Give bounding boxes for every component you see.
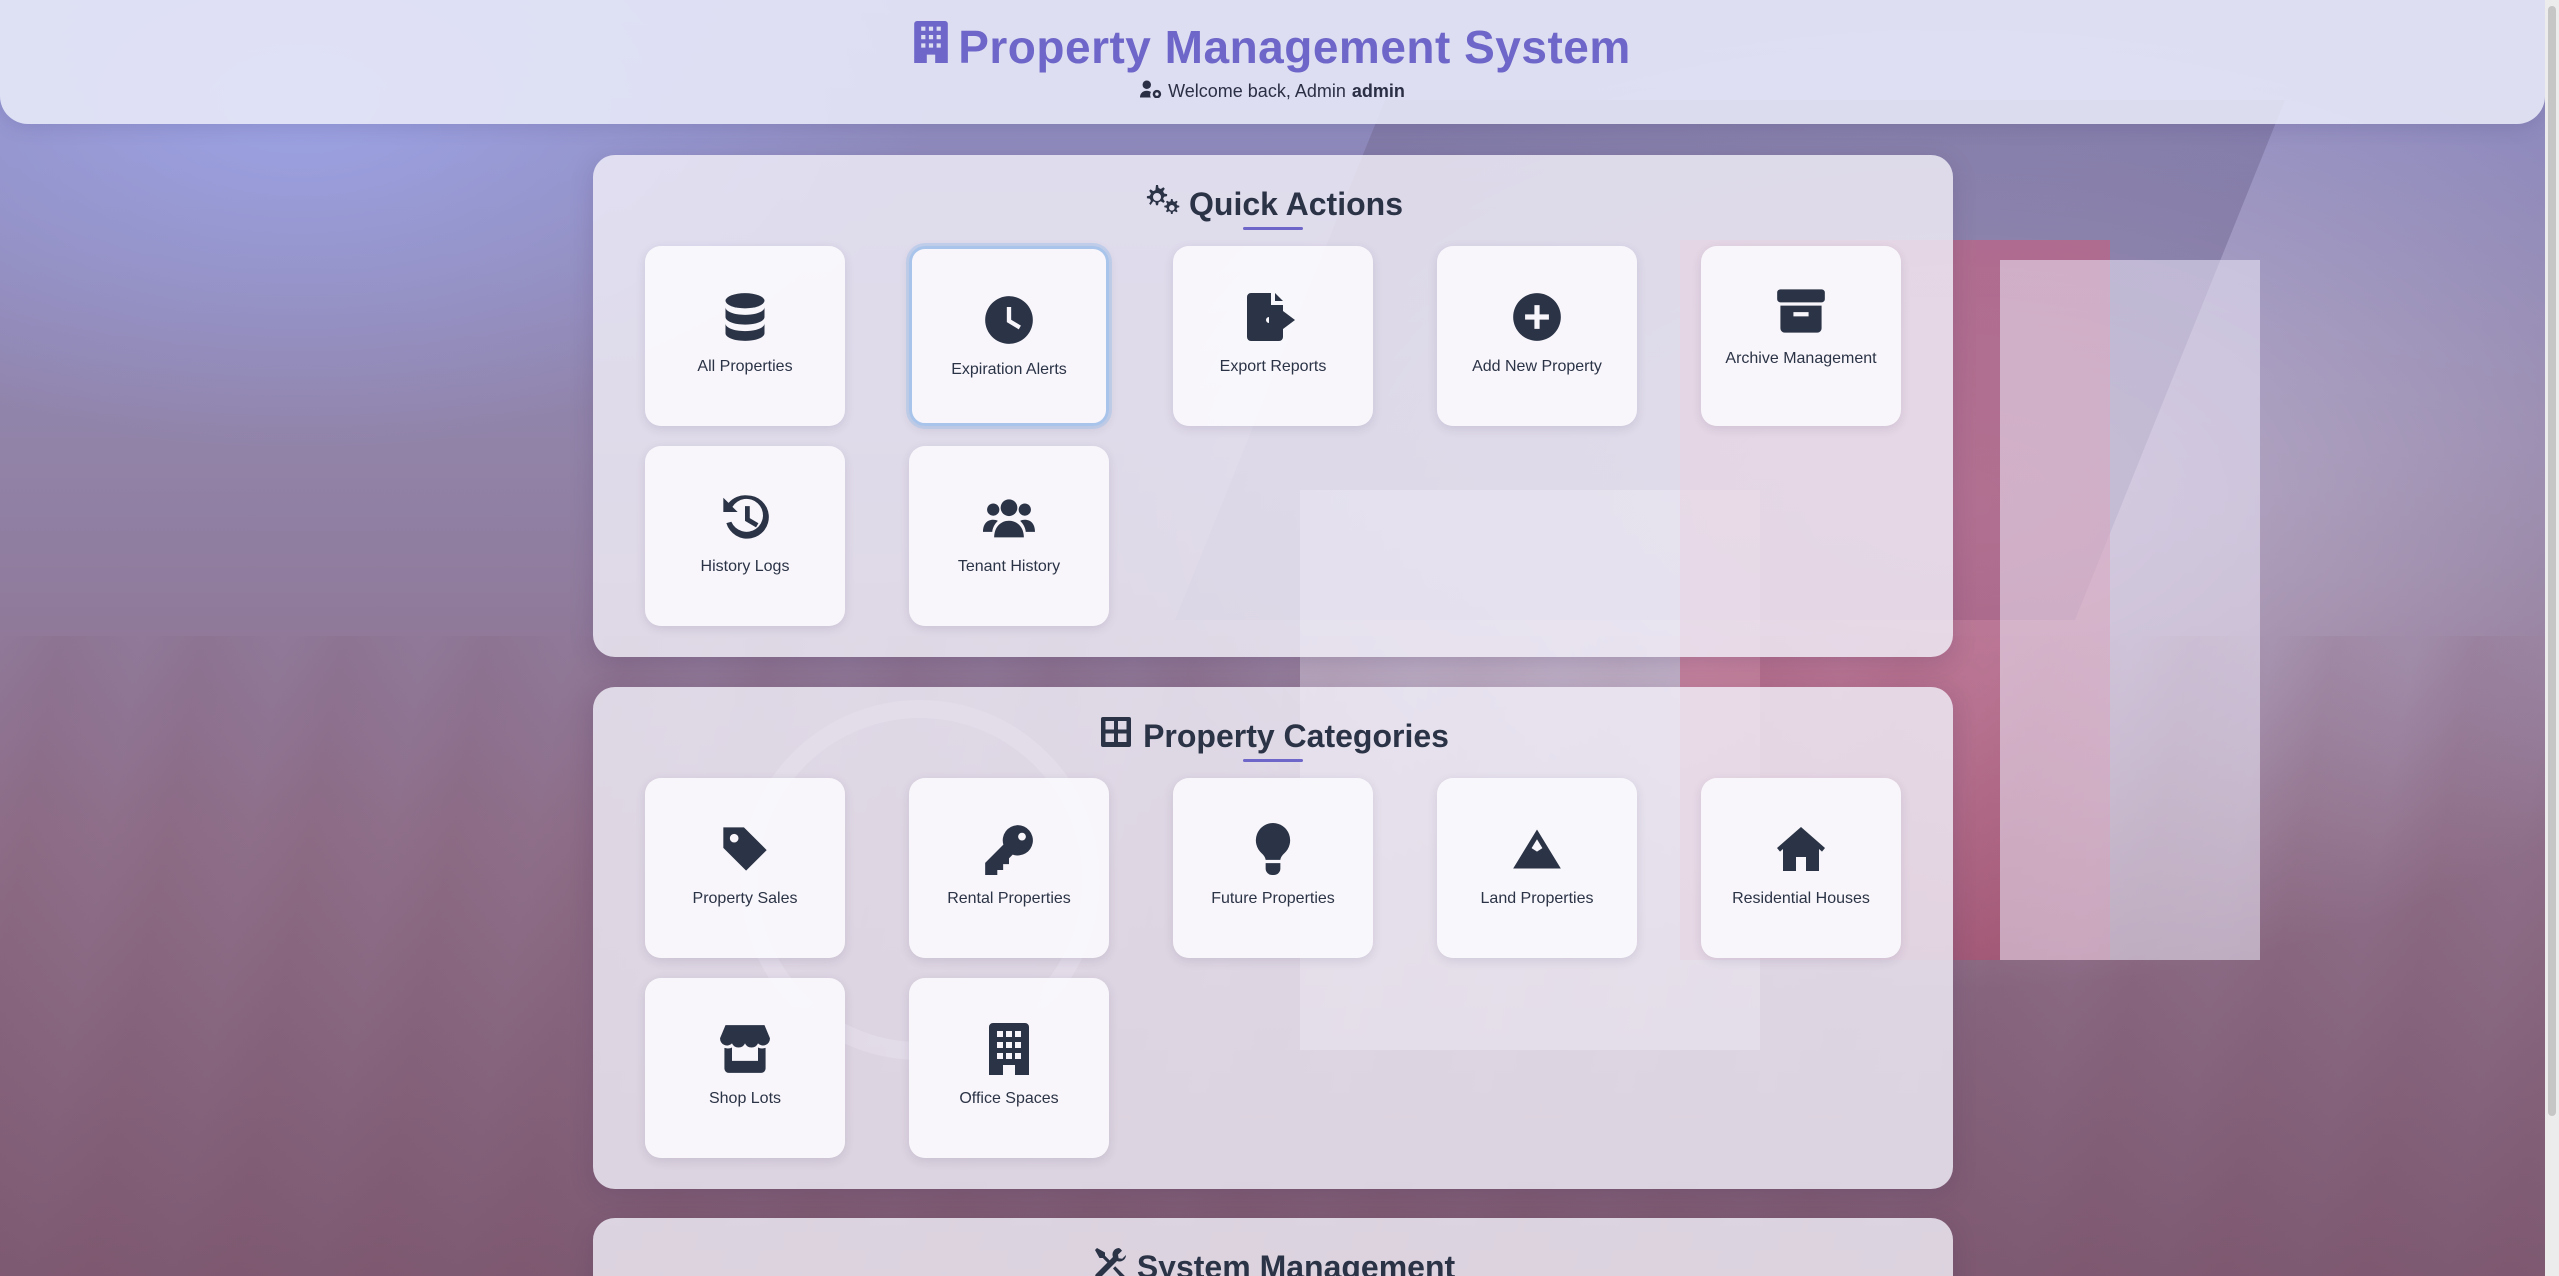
system-management-title: System Management — [1136, 1248, 1456, 1276]
page-scrollbar[interactable] — [2545, 0, 2559, 1276]
home-icon — [1774, 822, 1828, 876]
mountain-icon — [1510, 822, 1564, 876]
welcome-text: Welcome back, Admin — [1168, 81, 1346, 101]
card-label: Expiration Alerts — [951, 361, 1067, 378]
card-label: All Properties — [697, 358, 793, 375]
grid-icon — [1097, 715, 1135, 757]
building-icon — [914, 20, 949, 74]
heading-underline — [1243, 227, 1303, 230]
card-label: Property Sales — [692, 890, 798, 907]
card-label: Office Spaces — [959, 1090, 1059, 1107]
history-icon — [718, 490, 772, 544]
clock-icon — [982, 293, 1036, 347]
card-label: Archive Management — [1725, 350, 1877, 367]
residential-houses-card[interactable]: Residential Houses — [1701, 778, 1901, 958]
card-label: Residential Houses — [1732, 890, 1870, 907]
office-building-icon — [982, 1022, 1036, 1076]
system-management-section: System Management — [593, 1218, 1953, 1276]
username: admin — [1351, 81, 1405, 101]
card-label: Tenant History — [957, 558, 1061, 575]
card-label: Future Properties — [1211, 890, 1335, 907]
property-sales-card[interactable]: Property Sales — [645, 778, 845, 958]
export-reports-card[interactable]: Export Reports — [1173, 246, 1373, 426]
lightbulb-icon — [1246, 822, 1300, 876]
land-properties-card[interactable]: Land Properties — [1437, 778, 1637, 958]
quick-actions-title: Quick Actions — [1189, 185, 1403, 222]
card-label: Shop Lots — [708, 1090, 782, 1107]
scrollbar-thumb[interactable] — [2548, 6, 2556, 1116]
archive-management-card[interactable]: Archive Management — [1701, 246, 1901, 426]
quick-actions-heading: Quick Actions — [593, 183, 1953, 225]
key-icon — [982, 822, 1036, 876]
office-spaces-card[interactable]: Office Spaces — [909, 978, 1109, 1158]
system-management-heading: System Management — [593, 1246, 1953, 1276]
card-label: History Logs — [700, 558, 790, 575]
card-label: Add New Property — [1472, 358, 1602, 375]
property-categories-heading: Property Categories — [593, 715, 1953, 757]
database-icon — [718, 290, 772, 344]
history-logs-card[interactable]: History Logs — [645, 446, 845, 626]
tenant-history-card[interactable]: Tenant History — [909, 446, 1109, 626]
store-icon — [718, 1022, 772, 1076]
plus-circle-icon — [1510, 290, 1564, 344]
cogs-icon — [1143, 183, 1181, 225]
archive-icon — [1774, 284, 1828, 338]
shop-lots-card[interactable]: Shop Lots — [645, 978, 845, 1158]
quick-actions-section: Quick Actions All Properties Expiration … — [593, 155, 1953, 657]
welcome-message: Welcome back, Admin admin — [0, 80, 2545, 103]
future-properties-card[interactable]: Future Properties — [1173, 778, 1373, 958]
heading-underline — [1243, 759, 1303, 762]
add-new-property-card[interactable]: Add New Property — [1437, 246, 1637, 426]
card-label: Rental Properties — [947, 890, 1071, 907]
rental-properties-card[interactable]: Rental Properties — [909, 778, 1109, 958]
page-header: Property Management System Welcome back,… — [0, 0, 2545, 124]
page-title-text: Property Management System — [958, 21, 1631, 73]
users-icon — [982, 490, 1036, 544]
property-categories-section: Property Categories Property Sales Renta… — [593, 687, 1953, 1189]
page-title: Property Management System — [0, 20, 2545, 74]
tag-icon — [718, 822, 772, 876]
card-label: Land Properties — [1480, 890, 1594, 907]
card-label: Export Reports — [1219, 358, 1327, 375]
user-cog-icon — [1140, 80, 1162, 103]
all-properties-card[interactable]: All Properties — [645, 246, 845, 426]
tools-icon — [1091, 1246, 1129, 1276]
property-categories-title: Property Categories — [1143, 717, 1449, 754]
file-export-icon — [1246, 290, 1300, 344]
expiration-alerts-card[interactable]: Expiration Alerts — [909, 246, 1109, 426]
